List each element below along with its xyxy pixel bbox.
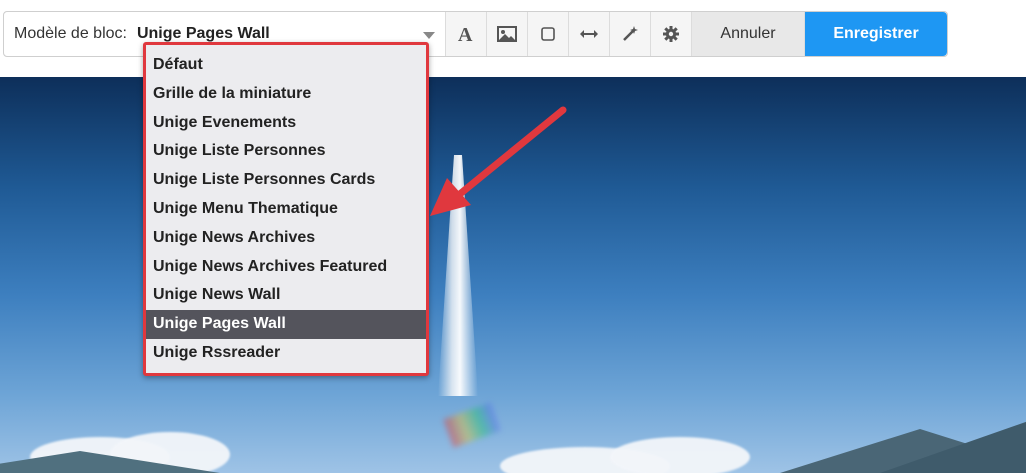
image-icon bbox=[497, 26, 517, 42]
text-style-icon: A bbox=[458, 24, 473, 44]
dropdown-option[interactable]: Unige Menu Thematique bbox=[146, 195, 426, 224]
mountain bbox=[0, 451, 220, 473]
chevron-down-icon[interactable] bbox=[423, 32, 435, 39]
magic-wand-icon bbox=[623, 26, 638, 41]
dropdown-option[interactable]: Unige Evenements bbox=[146, 109, 426, 138]
dropdown-option[interactable]: Unige News Archives bbox=[146, 224, 426, 253]
gear-icon bbox=[663, 26, 679, 42]
width-button[interactable] bbox=[569, 12, 610, 56]
block-template-dropdown: Défaut Grille de la miniature Unige Even… bbox=[143, 42, 429, 376]
block-template-label: Modèle de bloc: bbox=[14, 25, 127, 42]
image-button[interactable] bbox=[487, 12, 528, 56]
save-button[interactable]: Enregistrer bbox=[805, 12, 947, 56]
dropdown-option[interactable]: Unige Liste Personnes Cards bbox=[146, 166, 426, 195]
width-icon bbox=[580, 30, 598, 38]
dropdown-option[interactable]: Défaut bbox=[146, 51, 426, 80]
dropdown-option-selected[interactable]: Unige Pages Wall bbox=[146, 310, 426, 339]
dropdown-option[interactable]: Unige Liste Personnes bbox=[146, 137, 426, 166]
cloud bbox=[610, 437, 750, 473]
box-icon bbox=[541, 27, 555, 41]
dropdown-option[interactable]: Unige Rssreader bbox=[146, 339, 426, 368]
box-button[interactable] bbox=[528, 12, 569, 56]
dropdown-option[interactable]: Grille de la miniature bbox=[146, 80, 426, 109]
settings-button[interactable] bbox=[651, 12, 692, 56]
cancel-button[interactable]: Annuler bbox=[692, 12, 805, 56]
mountain bbox=[880, 417, 1026, 473]
dropdown-option[interactable]: Unige News Archives Featured bbox=[146, 253, 426, 282]
magic-wand-button[interactable] bbox=[610, 12, 651, 56]
text-style-button[interactable]: A bbox=[446, 12, 487, 56]
dropdown-option[interactable]: Unige News Wall bbox=[146, 281, 426, 310]
svg-text:A: A bbox=[458, 24, 473, 44]
